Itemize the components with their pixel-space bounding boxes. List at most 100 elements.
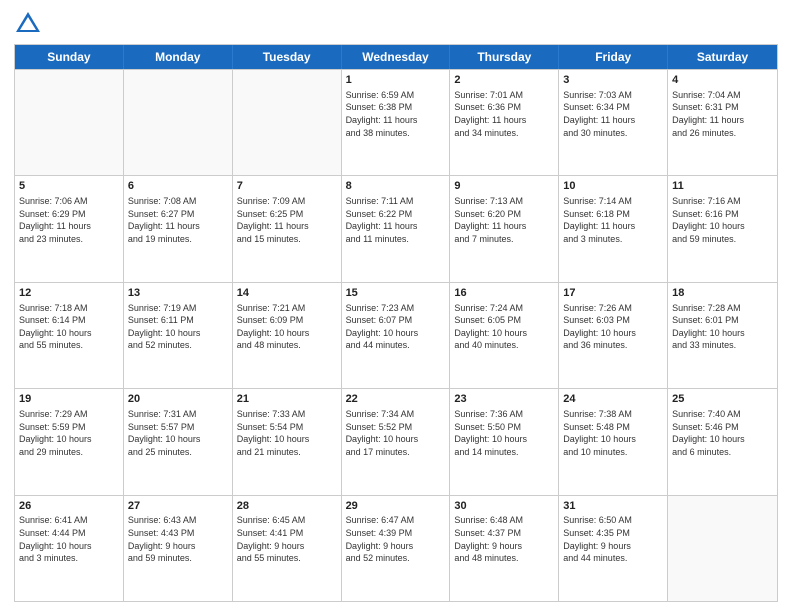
calendar-cell: 28Sunrise: 6:45 AMSunset: 4:41 PMDayligh… [233, 496, 342, 601]
cell-text: Sunrise: 7:08 AMSunset: 6:27 PMDaylight:… [128, 195, 228, 245]
cell-text: Sunrise: 7:11 AMSunset: 6:22 PMDaylight:… [346, 195, 446, 245]
calendar-row: 12Sunrise: 7:18 AMSunset: 6:14 PMDayligh… [15, 282, 777, 388]
logo-icon [14, 10, 42, 38]
cell-text: Sunrise: 7:06 AMSunset: 6:29 PMDaylight:… [19, 195, 119, 245]
calendar-cell: 14Sunrise: 7:21 AMSunset: 6:09 PMDayligh… [233, 283, 342, 388]
day-number: 31 [563, 499, 663, 514]
calendar-cell: 11Sunrise: 7:16 AMSunset: 6:16 PMDayligh… [668, 176, 777, 281]
calendar-cell: 15Sunrise: 7:23 AMSunset: 6:07 PMDayligh… [342, 283, 451, 388]
calendar-cell: 27Sunrise: 6:43 AMSunset: 4:43 PMDayligh… [124, 496, 233, 601]
cell-text: Sunrise: 6:48 AMSunset: 4:37 PMDaylight:… [454, 514, 554, 564]
header [14, 10, 778, 38]
cell-text: Sunrise: 7:04 AMSunset: 6:31 PMDaylight:… [672, 89, 773, 139]
weekday-header: Monday [124, 45, 233, 69]
day-number: 20 [128, 392, 228, 407]
cell-text: Sunrise: 7:36 AMSunset: 5:50 PMDaylight:… [454, 408, 554, 458]
day-number: 6 [128, 179, 228, 194]
calendar-cell: 19Sunrise: 7:29 AMSunset: 5:59 PMDayligh… [15, 389, 124, 494]
calendar-row: 19Sunrise: 7:29 AMSunset: 5:59 PMDayligh… [15, 388, 777, 494]
cell-text: Sunrise: 7:40 AMSunset: 5:46 PMDaylight:… [672, 408, 773, 458]
day-number: 30 [454, 499, 554, 514]
calendar-body: 1Sunrise: 6:59 AMSunset: 6:38 PMDaylight… [15, 69, 777, 601]
cell-text: Sunrise: 7:34 AMSunset: 5:52 PMDaylight:… [346, 408, 446, 458]
day-number: 29 [346, 499, 446, 514]
calendar-cell: 12Sunrise: 7:18 AMSunset: 6:14 PMDayligh… [15, 283, 124, 388]
calendar-cell: 20Sunrise: 7:31 AMSunset: 5:57 PMDayligh… [124, 389, 233, 494]
calendar-cell: 26Sunrise: 6:41 AMSunset: 4:44 PMDayligh… [15, 496, 124, 601]
calendar-cell: 24Sunrise: 7:38 AMSunset: 5:48 PMDayligh… [559, 389, 668, 494]
calendar-cell: 5Sunrise: 7:06 AMSunset: 6:29 PMDaylight… [15, 176, 124, 281]
day-number: 15 [346, 286, 446, 301]
day-number: 13 [128, 286, 228, 301]
calendar-cell: 13Sunrise: 7:19 AMSunset: 6:11 PMDayligh… [124, 283, 233, 388]
calendar-cell: 18Sunrise: 7:28 AMSunset: 6:01 PMDayligh… [668, 283, 777, 388]
weekday-header: Sunday [15, 45, 124, 69]
day-number: 4 [672, 73, 773, 88]
cell-text: Sunrise: 6:47 AMSunset: 4:39 PMDaylight:… [346, 514, 446, 564]
day-number: 21 [237, 392, 337, 407]
cell-text: Sunrise: 6:45 AMSunset: 4:41 PMDaylight:… [237, 514, 337, 564]
calendar-row: 1Sunrise: 6:59 AMSunset: 6:38 PMDaylight… [15, 69, 777, 175]
logo [14, 10, 46, 38]
cell-text: Sunrise: 7:26 AMSunset: 6:03 PMDaylight:… [563, 302, 663, 352]
day-number: 8 [346, 179, 446, 194]
page: SundayMondayTuesdayWednesdayThursdayFrid… [0, 0, 792, 612]
weekday-header: Wednesday [342, 45, 451, 69]
calendar-cell: 6Sunrise: 7:08 AMSunset: 6:27 PMDaylight… [124, 176, 233, 281]
cell-text: Sunrise: 6:59 AMSunset: 6:38 PMDaylight:… [346, 89, 446, 139]
calendar-row: 26Sunrise: 6:41 AMSunset: 4:44 PMDayligh… [15, 495, 777, 601]
calendar-cell: 17Sunrise: 7:26 AMSunset: 6:03 PMDayligh… [559, 283, 668, 388]
day-number: 28 [237, 499, 337, 514]
cell-text: Sunrise: 7:31 AMSunset: 5:57 PMDaylight:… [128, 408, 228, 458]
cell-text: Sunrise: 7:21 AMSunset: 6:09 PMDaylight:… [237, 302, 337, 352]
weekday-header: Thursday [450, 45, 559, 69]
cell-text: Sunrise: 7:13 AMSunset: 6:20 PMDaylight:… [454, 195, 554, 245]
calendar-cell: 25Sunrise: 7:40 AMSunset: 5:46 PMDayligh… [668, 389, 777, 494]
calendar-cell: 22Sunrise: 7:34 AMSunset: 5:52 PMDayligh… [342, 389, 451, 494]
weekday-header: Friday [559, 45, 668, 69]
day-number: 25 [672, 392, 773, 407]
calendar: SundayMondayTuesdayWednesdayThursdayFrid… [14, 44, 778, 602]
cell-text: Sunrise: 7:23 AMSunset: 6:07 PMDaylight:… [346, 302, 446, 352]
cell-text: Sunrise: 7:01 AMSunset: 6:36 PMDaylight:… [454, 89, 554, 139]
day-number: 17 [563, 286, 663, 301]
day-number: 26 [19, 499, 119, 514]
calendar-row: 5Sunrise: 7:06 AMSunset: 6:29 PMDaylight… [15, 175, 777, 281]
cell-text: Sunrise: 7:03 AMSunset: 6:34 PMDaylight:… [563, 89, 663, 139]
day-number: 9 [454, 179, 554, 194]
cell-text: Sunrise: 7:19 AMSunset: 6:11 PMDaylight:… [128, 302, 228, 352]
calendar-cell: 21Sunrise: 7:33 AMSunset: 5:54 PMDayligh… [233, 389, 342, 494]
day-number: 10 [563, 179, 663, 194]
cell-text: Sunrise: 7:29 AMSunset: 5:59 PMDaylight:… [19, 408, 119, 458]
day-number: 27 [128, 499, 228, 514]
calendar-cell: 29Sunrise: 6:47 AMSunset: 4:39 PMDayligh… [342, 496, 451, 601]
calendar-cell: 4Sunrise: 7:04 AMSunset: 6:31 PMDaylight… [668, 70, 777, 175]
cell-text: Sunrise: 7:38 AMSunset: 5:48 PMDaylight:… [563, 408, 663, 458]
weekday-header: Tuesday [233, 45, 342, 69]
weekday-header: Saturday [668, 45, 777, 69]
day-number: 22 [346, 392, 446, 407]
cell-text: Sunrise: 7:14 AMSunset: 6:18 PMDaylight:… [563, 195, 663, 245]
cell-text: Sunrise: 7:16 AMSunset: 6:16 PMDaylight:… [672, 195, 773, 245]
day-number: 14 [237, 286, 337, 301]
cell-text: Sunrise: 7:28 AMSunset: 6:01 PMDaylight:… [672, 302, 773, 352]
cell-text: Sunrise: 7:24 AMSunset: 6:05 PMDaylight:… [454, 302, 554, 352]
calendar-cell: 10Sunrise: 7:14 AMSunset: 6:18 PMDayligh… [559, 176, 668, 281]
day-number: 18 [672, 286, 773, 301]
day-number: 1 [346, 73, 446, 88]
calendar-cell: 8Sunrise: 7:11 AMSunset: 6:22 PMDaylight… [342, 176, 451, 281]
cell-text: Sunrise: 6:41 AMSunset: 4:44 PMDaylight:… [19, 514, 119, 564]
day-number: 3 [563, 73, 663, 88]
calendar-header: SundayMondayTuesdayWednesdayThursdayFrid… [15, 45, 777, 69]
day-number: 2 [454, 73, 554, 88]
calendar-cell: 2Sunrise: 7:01 AMSunset: 6:36 PMDaylight… [450, 70, 559, 175]
calendar-cell: 1Sunrise: 6:59 AMSunset: 6:38 PMDaylight… [342, 70, 451, 175]
calendar-cell: 9Sunrise: 7:13 AMSunset: 6:20 PMDaylight… [450, 176, 559, 281]
calendar-cell [668, 496, 777, 601]
day-number: 7 [237, 179, 337, 194]
calendar-cell: 16Sunrise: 7:24 AMSunset: 6:05 PMDayligh… [450, 283, 559, 388]
calendar-cell [124, 70, 233, 175]
cell-text: Sunrise: 6:50 AMSunset: 4:35 PMDaylight:… [563, 514, 663, 564]
day-number: 24 [563, 392, 663, 407]
day-number: 11 [672, 179, 773, 194]
